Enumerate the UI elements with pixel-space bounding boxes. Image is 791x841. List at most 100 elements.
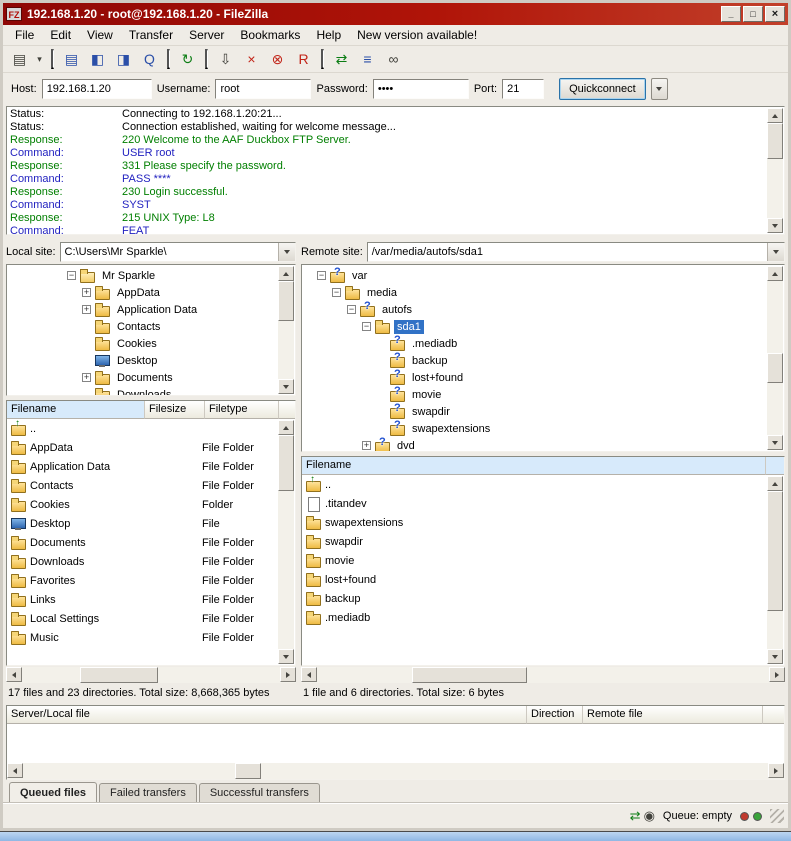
synchronized-browsing-button[interactable]: ⇄ xyxy=(329,48,354,70)
queue-column-header[interactable]: Direction xyxy=(527,706,583,724)
remote-file-row[interactable]: .. xyxy=(302,475,784,494)
menu-item[interactable]: Edit xyxy=(42,26,79,44)
queue-tab[interactable]: Successful transfers xyxy=(199,783,320,803)
local-tree-item[interactable]: Documents xyxy=(7,369,295,386)
close-button[interactable]: × xyxy=(765,6,785,22)
menu-item[interactable]: New version available! xyxy=(349,26,485,44)
remote-file-row[interactable]: lost+found xyxy=(302,570,784,589)
titlebar[interactable]: FZ 192.168.1.20 - root@192.168.1.20 - Fi… xyxy=(3,3,788,25)
menu-item[interactable]: View xyxy=(79,26,121,44)
local-file-row[interactable]: Local Settings File Folder xyxy=(7,609,295,628)
menu-item[interactable]: Help xyxy=(308,26,349,44)
directory-comparison-indicator-icon[interactable]: ◉ xyxy=(644,808,655,823)
column-header[interactable]: Filename xyxy=(7,401,145,419)
toggle-queue-button[interactable]: Q xyxy=(137,48,162,70)
reconnect-button[interactable]: R xyxy=(291,48,316,70)
queue-column-header[interactable]: Server/Local file xyxy=(7,706,527,724)
username-input[interactable] xyxy=(215,79,311,99)
local-file-row[interactable]: Music File Folder xyxy=(7,628,295,647)
remote-tree-item[interactable]: .mediadb xyxy=(302,335,784,352)
scroll-down-button[interactable] xyxy=(767,649,783,664)
remote-tree-item[interactable]: sda1 xyxy=(302,318,784,335)
column-header[interactable]: Filename xyxy=(302,457,766,475)
remote-tree-item[interactable]: swapdir xyxy=(302,403,784,420)
remote-file-row[interactable]: .mediadb xyxy=(302,608,784,627)
cancel-button[interactable]: × xyxy=(239,48,264,70)
scroll-up-button[interactable] xyxy=(278,266,294,281)
expand-toggle-icon[interactable] xyxy=(347,305,356,314)
local-tree-item[interactable]: Mr Sparkle xyxy=(7,267,295,284)
scroll-down-button[interactable] xyxy=(278,379,294,394)
scroll-down-button[interactable] xyxy=(767,435,783,450)
site-manager-button[interactable]: ▤ xyxy=(7,48,32,70)
local-file-row[interactable]: Desktop File xyxy=(7,514,295,533)
expand-toggle-icon[interactable] xyxy=(67,271,76,280)
local-tree-item[interactable]: Cookies xyxy=(7,335,295,352)
remote-file-row[interactable]: swapextensions xyxy=(302,513,784,532)
local-file-row[interactable]: Favorites File Folder xyxy=(7,571,295,590)
scroll-left-button[interactable] xyxy=(6,667,22,682)
scroll-up-button[interactable] xyxy=(767,476,783,491)
log-vertical-scrollbar[interactable] xyxy=(767,108,783,233)
expand-toggle-icon[interactable] xyxy=(332,288,341,297)
menu-item[interactable]: Transfer xyxy=(121,26,181,44)
local-tree-item[interactable]: Contacts xyxy=(7,318,295,335)
process-queue-button[interactable]: ⇩ xyxy=(213,48,238,70)
toggle-remote-tree-button[interactable]: ◨ xyxy=(111,48,136,70)
scrollbar-thumb[interactable] xyxy=(278,435,294,491)
scroll-right-button[interactable] xyxy=(280,667,296,682)
scrollbar-thumb[interactable] xyxy=(235,763,261,779)
scroll-down-button[interactable] xyxy=(767,218,783,233)
expand-toggle-icon[interactable] xyxy=(82,373,91,382)
local-site-dropdown-button[interactable] xyxy=(278,243,295,261)
synchronized-browsing-indicator-icon[interactable]: ⇄ xyxy=(630,808,641,823)
local-tree-item[interactable]: Downloads xyxy=(7,386,295,396)
local-file-row[interactable]: Application Data File Folder xyxy=(7,457,295,476)
refresh-button[interactable]: ↻ xyxy=(175,48,200,70)
remote-site-combobox[interactable]: /var/media/autofs/sda1 xyxy=(367,242,785,262)
quickconnect-dropdown-button[interactable] xyxy=(651,78,668,100)
expand-toggle-icon[interactable] xyxy=(317,271,326,280)
local-file-row[interactable]: Links File Folder xyxy=(7,590,295,609)
scroll-up-button[interactable] xyxy=(767,108,783,123)
remote-file-row[interactable]: movie xyxy=(302,551,784,570)
remote-tree-item[interactable]: var xyxy=(302,267,784,284)
local-list-horizontal-scrollbar[interactable] xyxy=(6,667,296,683)
scroll-up-button[interactable] xyxy=(767,266,783,281)
local-file-row[interactable]: Contacts File Folder xyxy=(7,476,295,495)
column-header[interactable]: Filesize xyxy=(145,401,205,419)
local-file-row[interactable]: .. xyxy=(7,419,295,438)
remote-tree-item[interactable]: autofs xyxy=(302,301,784,318)
expand-toggle-icon[interactable] xyxy=(82,288,91,297)
local-file-row[interactable]: Downloads File Folder xyxy=(7,552,295,571)
queue-tab[interactable]: Queued files xyxy=(9,782,97,803)
expand-toggle-icon[interactable] xyxy=(362,322,371,331)
remote-list-vertical-scrollbar[interactable] xyxy=(767,476,783,664)
menu-item[interactable]: Server xyxy=(181,26,232,44)
remote-list-horizontal-scrollbar[interactable] xyxy=(301,667,785,683)
remote-tree-item[interactable]: swapextensions xyxy=(302,420,784,437)
maximize-button[interactable]: □ xyxy=(743,6,763,22)
directory-comparison-button[interactable]: ≡ xyxy=(355,48,380,70)
password-input[interactable] xyxy=(373,79,469,99)
remote-tree-item[interactable]: dvd xyxy=(302,437,784,452)
remote-tree-item[interactable]: backup xyxy=(302,352,784,369)
expand-toggle-icon[interactable] xyxy=(362,441,371,450)
local-list-vertical-scrollbar[interactable] xyxy=(278,420,294,664)
quickconnect-button[interactable]: Quickconnect xyxy=(559,78,646,100)
scroll-left-button[interactable] xyxy=(7,763,23,778)
local-site-combobox[interactable]: C:\Users\Mr Sparkle\ xyxy=(60,242,296,262)
toggle-message-log-button[interactable]: ▤ xyxy=(59,48,84,70)
remote-file-row[interactable]: .titandev xyxy=(302,494,784,513)
local-tree-vertical-scrollbar[interactable] xyxy=(278,266,294,394)
queue-horizontal-scrollbar[interactable] xyxy=(7,763,784,779)
menu-item[interactable]: Bookmarks xyxy=(232,26,308,44)
remote-tree-item[interactable]: movie xyxy=(302,386,784,403)
scroll-left-button[interactable] xyxy=(301,667,317,682)
scrollbar-thumb[interactable] xyxy=(80,667,158,683)
scrollbar-thumb[interactable] xyxy=(767,353,783,383)
minimize-button[interactable]: _ xyxy=(721,6,741,22)
toggle-local-tree-button[interactable]: ◧ xyxy=(85,48,110,70)
scrollbar-thumb[interactable] xyxy=(767,491,783,611)
find-files-button[interactable]: ∞ xyxy=(381,48,406,70)
